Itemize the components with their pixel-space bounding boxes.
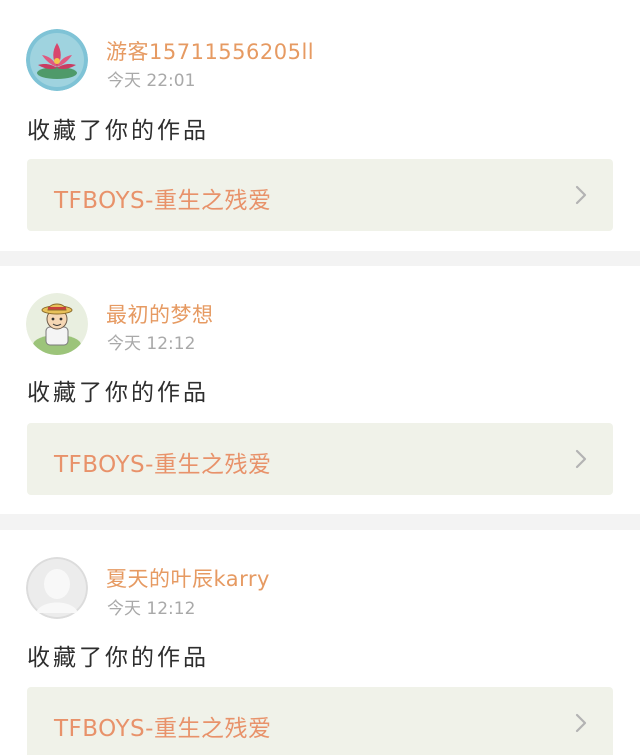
timestamp: 今天 22:01 [107,71,196,91]
work-link[interactable]: TFBOYS-重生之残爱 [27,159,613,231]
timestamp: 今天 12:12 [107,334,196,354]
notification-feed: 游客15711556205ll 今天 22:01 收藏了你的作品 TFBOYS-… [0,0,640,755]
work-title: TFBOYS-重生之残爱 [54,188,272,214]
username[interactable]: 最初的梦想 [106,299,214,329]
chevron-right-icon [575,185,587,205]
notification-card: 夏天的叶辰karry 今天 12:12 收藏了你的作品 TFBOYS-重生之残爱 [0,530,640,755]
action-text: 收藏了你的作品 [27,645,209,671]
chevron-right-icon [575,713,587,733]
work-title: TFBOYS-重生之残爱 [54,452,272,478]
work-link[interactable]: TFBOYS-重生之残爱 [27,687,613,755]
timestamp: 今天 12:12 [107,599,196,619]
username[interactable]: 游客15711556205ll [106,36,314,66]
notification-card: 最初的梦想 今天 12:12 收藏了你的作品 TFBOYS-重生之残爱 [0,266,640,514]
chevron-right-icon [575,449,587,469]
work-title: TFBOYS-重生之残爱 [54,716,272,742]
username[interactable]: 夏天的叶辰karry [106,563,270,593]
pink-lotus-avatar-icon[interactable] [26,29,88,91]
work-link[interactable]: TFBOYS-重生之残爱 [27,423,613,495]
cartoon-character-avatar-icon[interactable] [26,293,88,355]
action-text: 收藏了你的作品 [27,118,209,144]
default-user-avatar-icon[interactable] [26,557,88,619]
notification-card: 游客15711556205ll 今天 22:01 收藏了你的作品 TFBOYS-… [0,0,640,251]
action-text: 收藏了你的作品 [27,380,209,406]
